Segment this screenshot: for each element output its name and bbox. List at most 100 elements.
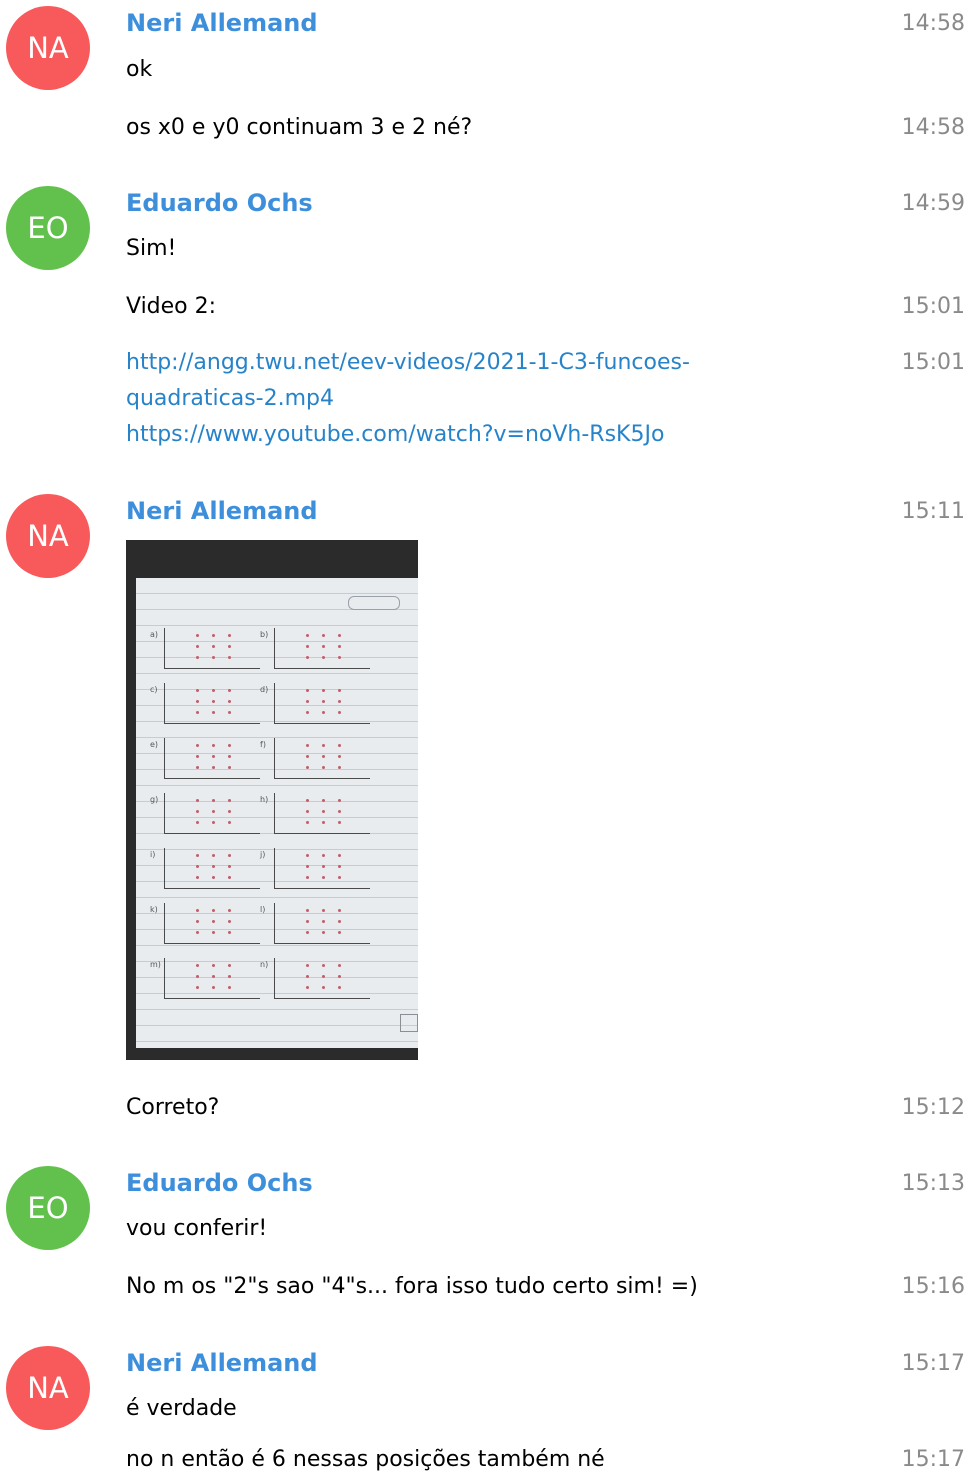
message-text: vou conferir! xyxy=(126,1216,268,1241)
handwritten-digit xyxy=(338,799,341,802)
avatar[interactable]: NA xyxy=(6,1346,90,1430)
handwritten-digit xyxy=(306,964,309,967)
handwritten-digit xyxy=(306,920,309,923)
chat-history: NA Neri Allemand 14:58 ok os x0 e y0 con… xyxy=(0,0,971,1482)
handwritten-digit xyxy=(322,986,325,989)
exercise-label: e) xyxy=(150,740,159,749)
handwritten-digit xyxy=(322,634,325,637)
author-name[interactable]: Neri Allemand xyxy=(126,1346,318,1380)
handwritten-digit xyxy=(196,909,199,912)
handwritten-digit xyxy=(322,711,325,714)
paper-tab xyxy=(348,596,400,610)
handwritten-digit xyxy=(338,986,341,989)
handwritten-digit xyxy=(212,909,215,912)
handwritten-digit xyxy=(306,810,309,813)
handwritten-digit xyxy=(306,689,309,692)
handwritten-digit xyxy=(306,755,309,758)
message-text: ok xyxy=(126,57,153,82)
handwritten-digit xyxy=(306,821,309,824)
handwritten-digit xyxy=(306,711,309,714)
handwritten-digit xyxy=(338,865,341,868)
photo-attachment[interactable]: a) c) e) g) i) k) m) b) d) f) h) j) l) n) xyxy=(126,540,418,1060)
exercise-label: a) xyxy=(150,630,159,639)
message-time: 14:58 xyxy=(901,11,965,36)
handwritten-digit xyxy=(212,711,215,714)
handwritten-digit xyxy=(338,964,341,967)
message-text: Correto? xyxy=(126,1095,220,1120)
exercise-label: h) xyxy=(260,795,269,804)
handwritten-digit xyxy=(228,700,231,703)
handwritten-digit xyxy=(212,634,215,637)
handwritten-digit xyxy=(228,876,231,879)
message-text: é verdade xyxy=(126,1396,237,1421)
handwritten-digit xyxy=(196,975,199,978)
handwritten-digit xyxy=(196,645,199,648)
handwritten-digit xyxy=(212,766,215,769)
author-name[interactable]: Neri Allemand xyxy=(126,494,318,528)
handwritten-digit xyxy=(196,755,199,758)
handwritten-digit xyxy=(338,634,341,637)
handwritten-digit xyxy=(228,920,231,923)
handwritten-digit xyxy=(306,986,309,989)
handwritten-digit xyxy=(306,656,309,659)
exercise-label: j) xyxy=(260,850,266,859)
handwritten-digit xyxy=(212,931,215,934)
avatar[interactable]: EO xyxy=(6,186,90,270)
exercise-label: c) xyxy=(150,685,158,694)
message-time: 15:01 xyxy=(901,294,965,319)
avatar[interactable]: NA xyxy=(6,494,90,578)
message-text: no n então é 6 nessas posições também né xyxy=(126,1447,605,1472)
message-time: 14:58 xyxy=(901,115,965,140)
handwritten-digit xyxy=(306,865,309,868)
handwritten-digit xyxy=(196,931,199,934)
handwritten-digit xyxy=(322,920,325,923)
avatar[interactable]: EO xyxy=(6,1166,90,1250)
message-time: 14:59 xyxy=(901,191,965,216)
handwritten-digit xyxy=(338,931,341,934)
handwritten-digit xyxy=(322,821,325,824)
handwritten-digit xyxy=(196,986,199,989)
author-name[interactable]: Neri Allemand xyxy=(126,6,318,40)
video-link-angg[interactable]: http://angg.twu.net/eev-videos/2021-1-C3… xyxy=(126,345,690,417)
handwritten-digit xyxy=(196,920,199,923)
handwritten-digit xyxy=(322,876,325,879)
handwritten-digit xyxy=(322,755,325,758)
avatar[interactable]: NA xyxy=(6,6,90,90)
handwritten-digit xyxy=(196,634,199,637)
message-time: 15:11 xyxy=(901,499,965,524)
message-time: 15:01 xyxy=(901,350,965,375)
handwritten-digit xyxy=(306,876,309,879)
handwritten-digit xyxy=(322,909,325,912)
handwritten-digit xyxy=(322,744,325,747)
notebook-page-image: a) c) e) g) i) k) m) b) d) f) h) j) l) n) xyxy=(136,578,418,1048)
handwritten-digit xyxy=(196,689,199,692)
handwritten-digit xyxy=(228,975,231,978)
handwritten-digit xyxy=(306,799,309,802)
handwritten-digit xyxy=(228,909,231,912)
message-time: 15:16 xyxy=(901,1274,965,1299)
handwritten-digit xyxy=(212,656,215,659)
handwritten-digit xyxy=(228,755,231,758)
exercise-label: k) xyxy=(150,905,158,914)
handwritten-digit xyxy=(196,865,199,868)
handwritten-digit xyxy=(212,755,215,758)
handwritten-digit xyxy=(196,810,199,813)
handwritten-digit xyxy=(322,854,325,857)
handwritten-digit xyxy=(212,865,215,868)
author-name[interactable]: Eduardo Ochs xyxy=(126,186,313,220)
handwritten-digit xyxy=(338,876,341,879)
handwritten-digit xyxy=(228,986,231,989)
handwritten-digit xyxy=(228,964,231,967)
handwritten-digit xyxy=(196,656,199,659)
exercise-label: g) xyxy=(150,795,159,804)
handwritten-digit xyxy=(196,799,199,802)
handwritten-digit xyxy=(322,645,325,648)
handwritten-digit xyxy=(322,799,325,802)
handwritten-digit xyxy=(212,700,215,703)
video-link-youtube[interactable]: https://www.youtube.com/watch?v=noVh-RsK… xyxy=(126,417,690,453)
link-text: quadraticas-2.mp4 xyxy=(126,386,334,411)
handwritten-digit xyxy=(306,766,309,769)
author-name[interactable]: Eduardo Ochs xyxy=(126,1166,313,1200)
handwritten-digit xyxy=(228,931,231,934)
handwritten-digit xyxy=(338,656,341,659)
